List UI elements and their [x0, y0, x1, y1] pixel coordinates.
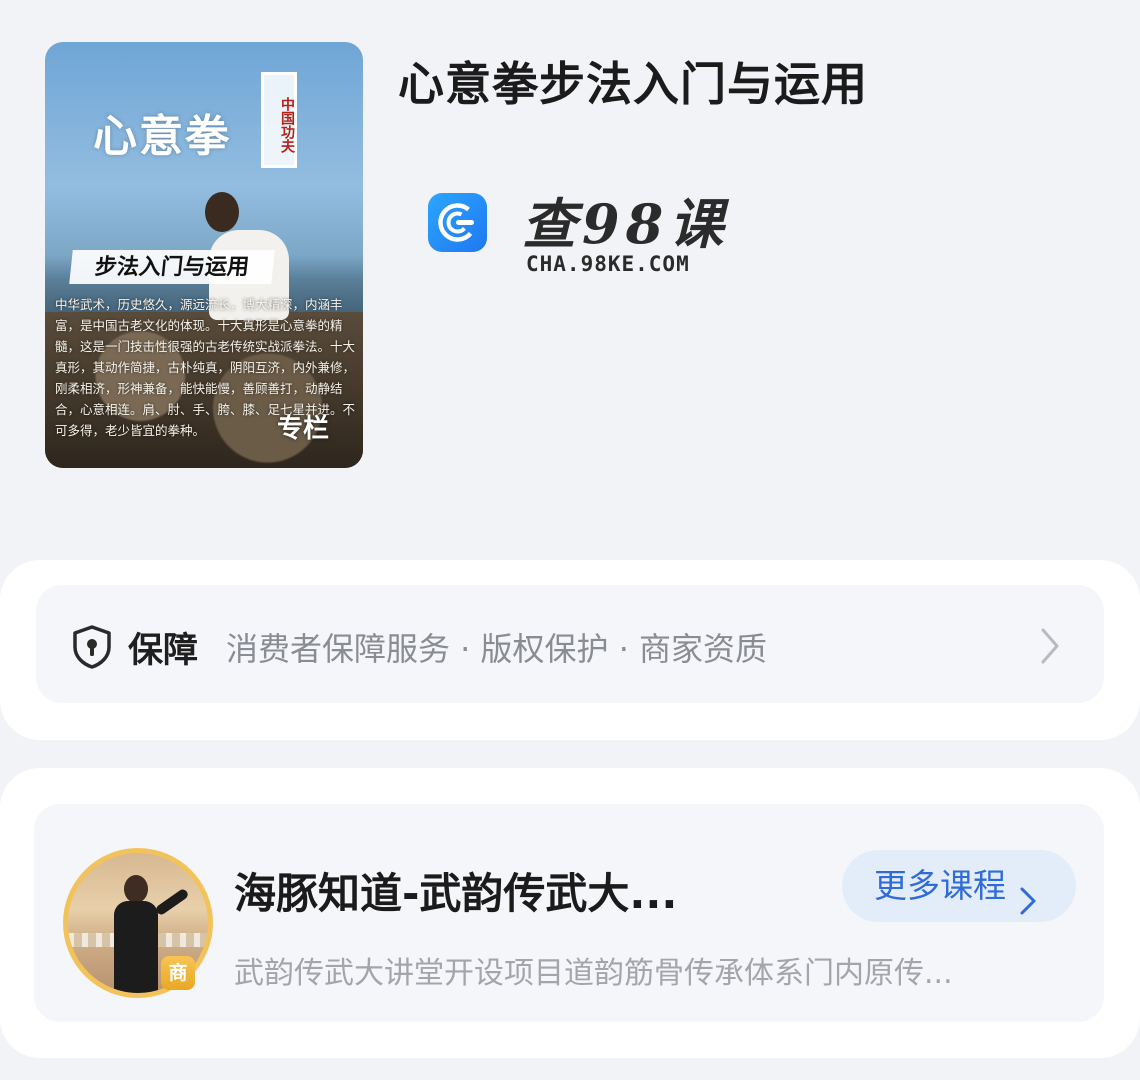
shield-icon	[70, 624, 114, 674]
guarantee-items: 消费者保障服务 · 版权保护 · 商家资质	[226, 630, 768, 668]
course-detail-page: 心意拳 中国功夫 步法入门与运用 中华武术，历史悠久，源远流长，博大精深，内涵丰…	[0, 0, 1140, 1080]
course-cover-image[interactable]: 心意拳 中国功夫 步法入门与运用 中华武术，历史悠久，源远流长，博大精深，内涵丰…	[45, 42, 363, 468]
more-courses-button[interactable]: 更多课程	[842, 850, 1076, 922]
more-courses-label: 更多课程	[874, 866, 1006, 905]
cover-tag: 专栏	[277, 414, 330, 444]
chevron-right-icon	[1018, 870, 1038, 942]
watermark-text: 查98课	[522, 192, 730, 256]
guarantee-label: 保障	[128, 631, 199, 671]
course-title: 心意拳步法入门与运用	[398, 57, 868, 111]
chevron-right-icon[interactable]	[1038, 626, 1062, 670]
c-logo-icon	[428, 193, 487, 252]
cover-calligraphy: 心意拳	[93, 111, 231, 162]
cover-subtitle: 步法入门与运用	[69, 250, 275, 284]
shop-name[interactable]: 海豚知道-武韵传武大...	[234, 860, 677, 921]
merchant-badge: 商	[161, 956, 195, 990]
watermark-url: CHA.98KE.COM	[526, 252, 690, 276]
course-header: 心意拳 中国功夫 步法入门与运用 中华武术，历史悠久，源远流长，博大精深，内涵丰…	[0, 0, 1140, 560]
shop-description: 武韵传武大讲堂开设项目道韵筋骨传承体系门内原传...	[234, 956, 953, 991]
cover-seal: 中国功夫	[261, 72, 297, 168]
